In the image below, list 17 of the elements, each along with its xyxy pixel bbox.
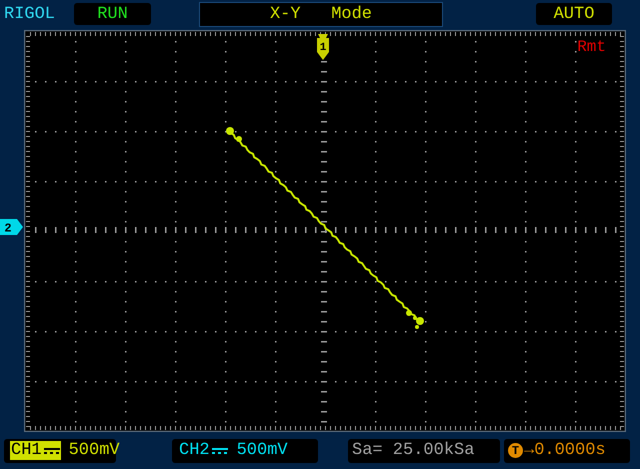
channel-scale: 500mV <box>236 441 288 460</box>
trigger-position[interactable]: T →0.0000s <box>504 438 630 462</box>
brand-label: RIGOL <box>4 4 56 24</box>
run-status: RUN <box>74 3 151 25</box>
channel-setting[interactable]: CH2 500mV <box>172 438 318 462</box>
trigger-mode: AUTO <box>536 3 612 25</box>
trigger-offset: →0.0000s <box>524 441 606 460</box>
channel-2-marker[interactable]: 2 <box>0 219 24 235</box>
channel-label: CH1 <box>11 441 42 460</box>
remote-indicator: Rmt <box>577 38 606 56</box>
channel-label: CH2 <box>179 441 210 460</box>
dc-coupling-icon <box>212 446 228 454</box>
sample-rate: Sa= 25.00kSa <box>348 438 500 462</box>
trigger-badge: T <box>508 443 523 458</box>
mode-label: X-Y Mode <box>199 2 443 26</box>
channel-1-marker[interactable]: 1 <box>315 34 331 62</box>
dc-coupling-icon <box>44 446 60 454</box>
